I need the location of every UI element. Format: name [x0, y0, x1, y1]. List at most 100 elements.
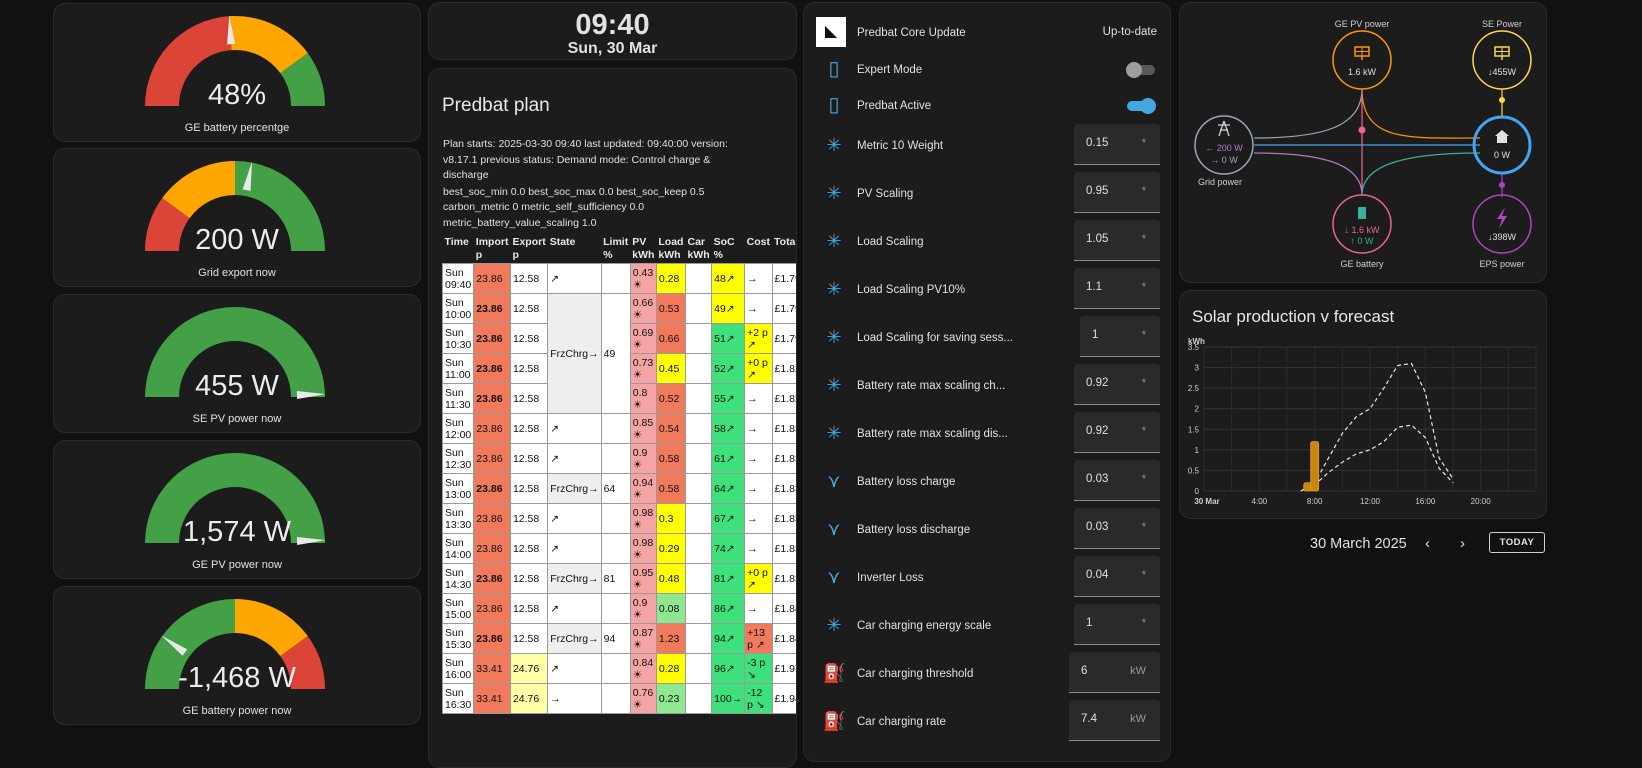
plan-cell-car	[684, 353, 713, 384]
x-tick-label: 20:00	[1471, 497, 1492, 506]
plan-cell-soc: 58↗	[711, 413, 746, 444]
number-input[interactable]: 0.03 *	[1074, 508, 1160, 549]
plan-cell-load: 0.58	[655, 443, 686, 474]
plan-cell-cost: →	[744, 383, 773, 414]
number-unit: *	[1141, 233, 1146, 245]
home-node[interactable]	[1472, 115, 1532, 175]
plan-column-header: State	[549, 236, 576, 248]
chevron-left-icon[interactable]: ‹	[1425, 535, 1430, 552]
call-split-icon: ⋎	[827, 519, 841, 539]
plan-cell-time: Sun 13:00	[441, 473, 475, 504]
number-input[interactable]: 0.04 *	[1074, 556, 1160, 597]
plan-cell-cost: →	[744, 503, 773, 534]
setting-label: Load Scaling PV10%	[857, 284, 966, 296]
flow-dot-battery	[1358, 126, 1366, 134]
plan-cell-cost: -12 p ↘	[744, 683, 773, 714]
plan-cell-pv: 0.95 ☀	[629, 563, 657, 594]
plan-cell-import: 23.86	[473, 353, 511, 384]
toggle-knob	[1140, 98, 1156, 114]
number-input[interactable]: 0.15 *	[1074, 124, 1160, 165]
gauge-card[interactable]: 48% GE battery percentge	[53, 3, 421, 142]
toggle-switch[interactable]	[1126, 62, 1155, 78]
number-unit: *	[1141, 377, 1146, 389]
number-input[interactable]: 0.03 *	[1074, 460, 1160, 501]
number-input[interactable]: 1.05 *	[1074, 220, 1160, 261]
setting-label: Battery loss discharge	[857, 524, 971, 536]
number-input[interactable]: 0.92 *	[1074, 412, 1160, 453]
setting-row: ✳ Load Scaling for saving sess... 1 *	[804, 314, 1170, 360]
plan-row: Sun 16:00 33.41 24.76 ↗ 0.84 ☀ 0.28 96↗ -3 p ↘ £…	[441, 653, 796, 684]
number-value: 1.1	[1086, 281, 1102, 293]
plan-cell-limit: 94	[600, 623, 631, 654]
plan-cell-soc: 55↗	[711, 383, 746, 414]
gauge-card[interactable]: 200 W Grid export now	[53, 148, 421, 287]
plan-cell-soc: 67↗	[711, 503, 746, 534]
setting-label: Battery rate max scaling ch...	[857, 380, 1006, 392]
plan-cell-time: Sun 15:00	[441, 593, 475, 624]
plan-cell-car	[684, 503, 713, 534]
plan-cell-load: 0.28	[655, 263, 686, 294]
setting-label: Battery loss charge	[857, 476, 956, 488]
plan-cell-soc: 100→	[711, 683, 746, 714]
plan-cell-export: 12.58	[509, 353, 549, 384]
number-unit: *	[1141, 329, 1146, 341]
gauge-card[interactable]: -1,468 W GE battery power now	[53, 586, 421, 725]
today-button[interactable]: TODAY	[1489, 532, 1545, 553]
plan-cell-limit	[600, 533, 631, 564]
plan-cell-import: 23.86	[473, 443, 511, 474]
plan-cell-time: Sun 14:00	[441, 533, 475, 564]
number-input[interactable]: 1.1 *	[1074, 268, 1160, 309]
plan-cell-time: Sun 11:00	[441, 353, 475, 384]
y-tick-label: 1	[1195, 446, 1200, 455]
number-input[interactable]: 7.4 kW	[1069, 700, 1160, 741]
number-input[interactable]: 6 kW	[1069, 652, 1160, 693]
plan-cell-total: £1.97	[771, 653, 796, 684]
gauge-card[interactable]: 455 W SE PV power now	[53, 294, 421, 433]
setting-row: ⛽ Car charging threshold 6 kW	[804, 650, 1170, 696]
plan-cell-import: 23.86	[473, 623, 511, 654]
battery-in-value: ↑ 0 W	[1350, 236, 1374, 246]
y-tick-label: 1.5	[1188, 425, 1200, 434]
plan-cell-time: Sun 13:30	[441, 503, 475, 534]
plan-cell-cost: →	[744, 413, 773, 444]
plan-cell-soc: 51↗	[711, 323, 746, 354]
chevron-right-icon[interactable]: ›	[1460, 535, 1465, 552]
flow-dot-eps	[1499, 182, 1505, 188]
y-tick-label: 0.5	[1188, 466, 1200, 475]
gauge-card[interactable]: 1,574 W GE PV power now	[53, 440, 421, 579]
number-unit: *	[1141, 137, 1146, 149]
plan-row: Sun 12:3023.8612.58↗ 0.9 ☀0.58 61↗→£1.83	[441, 443, 796, 474]
number-input[interactable]: 1 *	[1074, 604, 1160, 645]
plan-cell-export: 12.58	[509, 413, 549, 444]
plan-cell-limit	[600, 593, 631, 624]
plan-cell-state: ↗	[547, 413, 602, 444]
date-label: 30 March 2025	[1310, 536, 1407, 552]
number-input[interactable]: 0.95 *	[1074, 172, 1160, 213]
plan-cell-load: 0.28	[655, 653, 686, 684]
setting-label: Battery rate max scaling dis...	[857, 428, 1008, 440]
number-input[interactable]: 1 *	[1080, 316, 1160, 357]
flow-dot-se	[1499, 97, 1505, 103]
number-value: 7.4	[1081, 713, 1097, 725]
gauge-label: Grid export now	[198, 267, 276, 279]
flow-line-battery-grid	[1253, 152, 1363, 196]
plan-cell-cost: +0 p ↗	[744, 563, 773, 594]
call-split-icon: ⋎	[827, 567, 841, 587]
transmission-tower-icon	[1218, 120, 1230, 137]
toggle-switch[interactable]	[1127, 98, 1156, 114]
plan-cell-cost: +13 p ↗	[744, 623, 773, 654]
setting-row: ⋎ Battery loss discharge 0.03 *	[804, 506, 1170, 552]
number-input[interactable]: 0.92 *	[1074, 364, 1160, 405]
setting-label: Inverter Loss	[857, 572, 924, 584]
x-tick-label: 8:00	[1307, 497, 1323, 506]
plan-cell-load: 1.23	[655, 623, 686, 654]
clock-card: 09:40 Sun, 30 Mar	[428, 2, 797, 60]
gauge-value: -1,468 W	[178, 662, 296, 694]
plan-cell-limit	[600, 413, 631, 444]
number-value: 0.95	[1086, 185, 1109, 197]
plan-info: Plan starts: 2025-03-30 09:40 last updat…	[443, 137, 743, 231]
plan-cell-soc: 94↗	[711, 623, 746, 654]
plan-cell-pv: 0.66 ☀	[629, 293, 657, 324]
plan-cell-load: 0.29	[655, 533, 686, 564]
plan-cell-pv: 0.8 ☀	[629, 383, 657, 414]
